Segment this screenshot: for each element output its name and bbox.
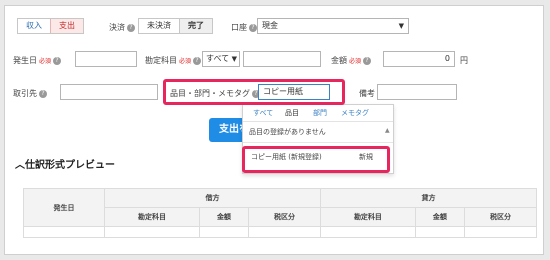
header-debit: 借方 [104, 188, 321, 208]
help-icon[interactable]: ? [53, 56, 62, 65]
required-badge: 必須 [39, 58, 52, 65]
header-credit-account: 勘定科目 [319, 207, 416, 227]
accounting-item-input[interactable] [243, 51, 321, 67]
table-row [23, 226, 105, 238]
highlight-suggestion [242, 146, 390, 173]
empty-message: 品目の登録がありません [249, 128, 326, 136]
header-credit: 貸方 [319, 188, 538, 208]
divider [243, 142, 393, 143]
header-credit-amount: 金額 [414, 207, 465, 227]
tab-divider [243, 121, 393, 122]
scroll-up-icon[interactable]: ▲ [385, 127, 390, 134]
settled-button[interactable]: 完了 [179, 19, 212, 33]
chevron-up-icon[interactable]: ︿ [15, 160, 25, 171]
expense-button[interactable]: 支出 [50, 19, 83, 33]
remarks-input[interactable] [377, 84, 457, 100]
dropdown-tabs: すべて 品目 部門 メモタグ [243, 105, 393, 122]
unsettled-button[interactable]: 未決済 [139, 19, 179, 33]
help-icon[interactable]: ? [39, 89, 47, 98]
settlement-label: 決済? [109, 22, 135, 33]
amount-label: 金額 必須? [331, 55, 372, 66]
amount-unit: 円 [460, 56, 468, 65]
help-icon[interactable]: ? [249, 23, 257, 32]
header-debit-tax: 税区分 [247, 207, 321, 227]
header-date: 発生日 [23, 188, 105, 227]
partner-label: 取引先? [13, 88, 47, 99]
required-badge: 必須 [349, 58, 362, 65]
transaction-form-panel: 収入 支出 決済? 未決済 完了 口座? 現金 ▼ 発生日 必須? 勘定科目 必須?… [4, 5, 544, 255]
tab-items[interactable]: 品目 [285, 108, 299, 118]
remarks-label: 備考 [359, 89, 375, 98]
account-label: 口座? [231, 22, 257, 33]
accounting-label: 勘定科目 必須? [145, 55, 202, 66]
date-input[interactable] [75, 51, 137, 67]
header-debit-account: 勘定科目 [104, 207, 200, 227]
partner-input[interactable] [60, 84, 158, 100]
tab-departments[interactable]: 部門 [313, 108, 327, 118]
header-credit-tax: 税区分 [463, 207, 538, 227]
required-badge: 必須 [179, 58, 192, 65]
dropdown-arrow-icon: ▼ [398, 22, 404, 30]
amount-input[interactable]: 0 [383, 51, 455, 67]
account-select[interactable]: 現金 ▼ [257, 18, 409, 34]
header-debit-amount: 金額 [198, 207, 249, 227]
journal-preview-table: 発生日 借方 貸方 勘定科目 金額 税区分 勘定科目 金額 税区分 [23, 188, 538, 238]
help-icon[interactable]: ? [127, 23, 135, 32]
income-expense-toggle: 収入 支出 [17, 18, 84, 34]
settlement-toggle: 未決済 完了 [138, 18, 213, 34]
account-value: 現金 [262, 21, 278, 30]
date-label: 発生日 必須? [13, 55, 62, 66]
tab-all[interactable]: すべて [253, 108, 273, 118]
account-filter-value: すべて [206, 54, 230, 63]
account-filter-select[interactable]: すべて ▼ [202, 51, 240, 67]
highlight-item-field [163, 79, 345, 105]
preview-title: ︿仕訳形式プレビュー [15, 160, 115, 171]
tab-memo-tags[interactable]: メモタグ [341, 108, 369, 118]
income-button[interactable]: 収入 [18, 19, 50, 33]
help-icon[interactable]: ? [193, 56, 202, 65]
dropdown-arrow-icon: ▼ [231, 55, 237, 63]
help-icon[interactable]: ? [363, 56, 372, 65]
